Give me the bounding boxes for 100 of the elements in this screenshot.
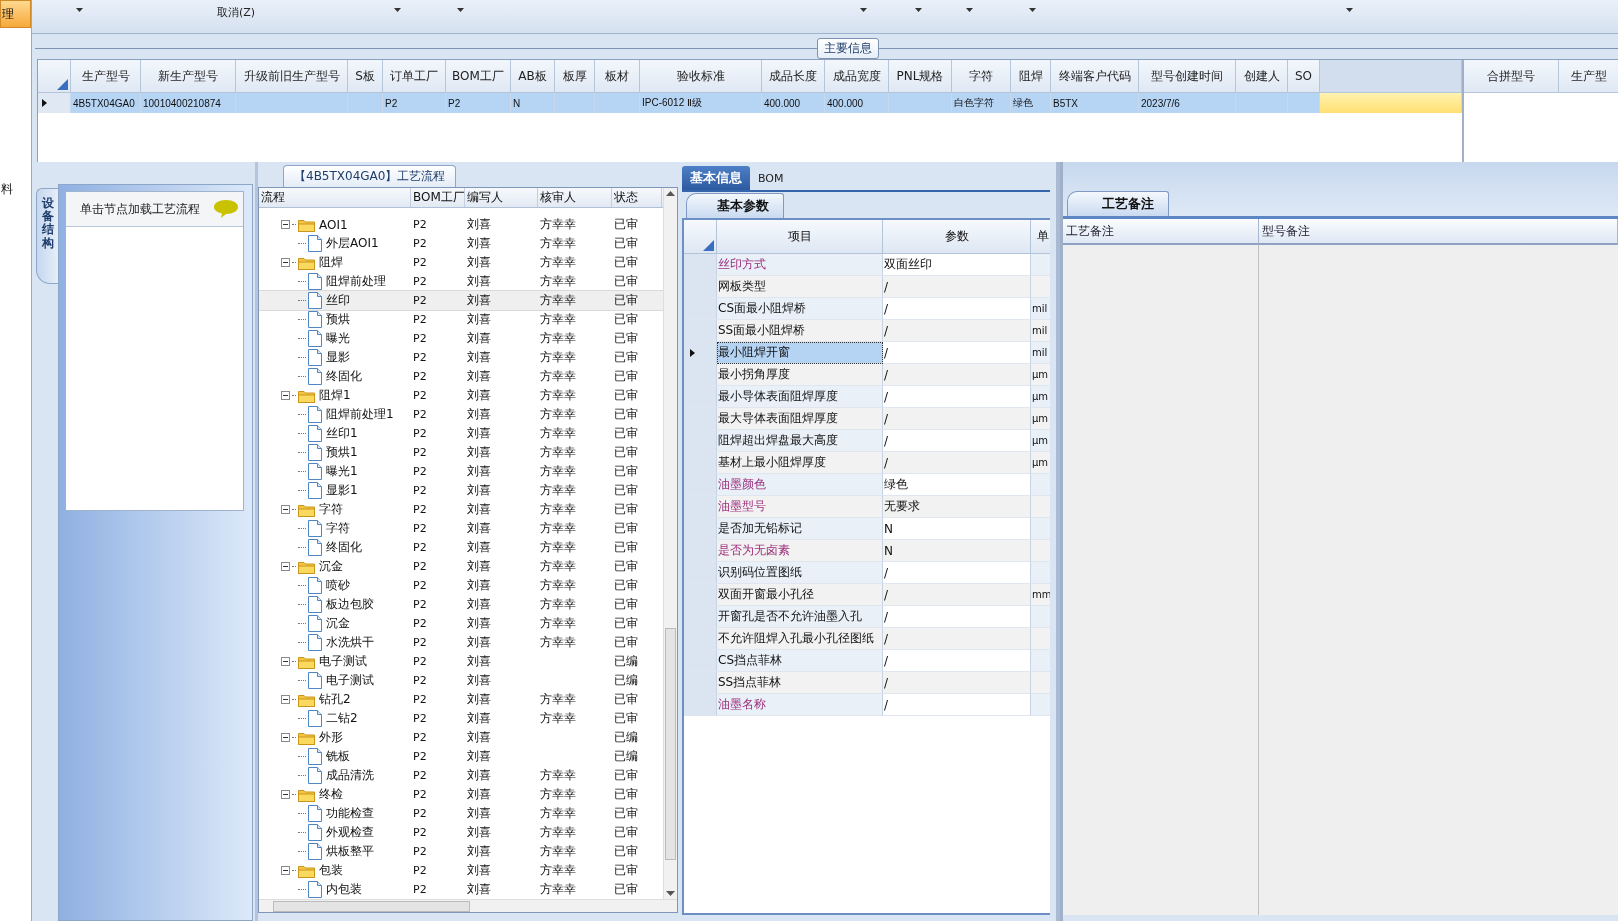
corner-triangle-icon[interactable] <box>703 240 714 251</box>
column-header[interactable]: BOM工厂 <box>446 60 511 93</box>
column-header[interactable]: 合拼型号 <box>1464 60 1559 93</box>
collapse-icon[interactable] <box>281 562 290 571</box>
tree-row[interactable]: 包装 P2 刘喜 方幸幸 已审 <box>259 861 663 880</box>
tree-row[interactable]: 字符 P2 刘喜 方幸幸 已审 <box>259 519 663 538</box>
column-header[interactable]: 升级前旧生产型号 <box>236 60 348 93</box>
tab[interactable]: BOM <box>750 166 792 190</box>
column-header[interactable]: 状态 <box>612 188 662 208</box>
collapse-icon[interactable] <box>281 657 290 666</box>
tab[interactable]: 基本信息 <box>682 166 750 190</box>
caret-icon[interactable] <box>457 8 464 12</box>
column-header[interactable]: PNL规格 <box>889 60 952 93</box>
tree-row[interactable]: 成品清洗 P2 刘喜 方幸幸 已审 <box>259 766 663 785</box>
column-header[interactable]: 流程 <box>259 188 411 208</box>
tree-row[interactable]: 丝印1 P2 刘喜 方幸幸 已审 <box>259 424 663 443</box>
tree-row[interactable]: 字符 P2 刘喜 方幸幸 已审 <box>259 500 663 519</box>
tree-row[interactable]: 阻焊 P2 刘喜 方幸幸 已审 <box>259 253 663 272</box>
column-header[interactable]: 编写人 <box>465 188 538 208</box>
caret-icon[interactable] <box>394 8 401 12</box>
column-header[interactable]: 订单工厂 <box>383 60 446 93</box>
column-header[interactable]: BOM工厂 <box>411 188 465 208</box>
column-header[interactable]: SO <box>1288 60 1320 93</box>
column-header[interactable]: 成品宽度 <box>825 60 889 93</box>
tree-row[interactable]: 阻焊前处理1 P2 刘喜 方幸幸 已审 <box>259 405 663 424</box>
tree-row[interactable]: 外观检查 P2 刘喜 方幸幸 已审 <box>259 823 663 842</box>
tree-row[interactable]: 阻焊前处理 P2 刘喜 方幸幸 已审 <box>259 272 663 291</box>
caret-icon[interactable] <box>1029 8 1036 12</box>
tree-row[interactable]: 喷砂 P2 刘喜 方幸幸 已审 <box>259 576 663 595</box>
tree-row[interactable]: 终固化 P2 刘喜 方幸幸 已审 <box>259 538 663 557</box>
side-tab[interactable]: 设备结构 <box>36 188 58 284</box>
column-header[interactable]: 新生产型号 <box>141 60 236 93</box>
collapse-icon[interactable] <box>281 258 290 267</box>
column-header[interactable]: 验收标准 <box>640 60 762 93</box>
cancel-button[interactable]: 取消(Z) <box>217 5 267 20</box>
corner-triangle-icon[interactable] <box>57 79 68 90</box>
column-header[interactable]: 型号备注 <box>1259 219 1618 245</box>
column-header[interactable]: 单 <box>1031 220 1050 254</box>
column-header[interactable]: 终端客户代码 <box>1051 60 1139 93</box>
tree-row[interactable]: 终固化 P2 刘喜 方幸幸 已审 <box>259 367 663 386</box>
column-header[interactable]: 核审人 <box>538 188 612 208</box>
column-header[interactable]: AB板 <box>511 60 555 93</box>
caret-icon[interactable] <box>860 8 867 12</box>
collapse-icon[interactable] <box>281 391 290 400</box>
tab[interactable]: 基本参数 <box>686 193 784 218</box>
collapse-icon[interactable] <box>281 505 290 514</box>
caret-icon[interactable] <box>76 8 83 12</box>
column-header[interactable]: 板厚 <box>555 60 595 93</box>
tree-row[interactable]: 终检 P2 刘喜 方幸幸 已审 <box>259 785 663 804</box>
scroll-up-icon[interactable] <box>666 191 675 196</box>
column-header[interactable]: 参数 <box>883 220 1031 254</box>
tree-row[interactable]: 板边包胶 P2 刘喜 方幸幸 已审 <box>259 595 663 614</box>
caret-icon[interactable] <box>1346 8 1353 12</box>
column-header[interactable]: 成品长度 <box>762 60 825 93</box>
tree-row[interactable]: 铣板 P2 刘喜 已编 <box>259 747 663 766</box>
column-header[interactable]: 板材 <box>595 60 640 93</box>
collapse-icon[interactable] <box>281 733 290 742</box>
column-header[interactable]: 字符 <box>952 60 1011 93</box>
tree-row[interactable]: 显影 P2 刘喜 方幸幸 已审 <box>259 348 663 367</box>
tree-row[interactable]: 功能检查 P2 刘喜 方幸幸 已审 <box>259 804 663 823</box>
tree-row[interactable]: 曝光 P2 刘喜 方幸幸 已审 <box>259 329 663 348</box>
tree-row[interactable]: 内包装 P2 刘喜 方幸幸 已审 <box>259 880 663 899</box>
scrollbar[interactable] <box>663 188 677 899</box>
column-header[interactable]: 生产型 <box>1559 60 1618 93</box>
collapse-icon[interactable] <box>281 220 290 229</box>
tree-row[interactable]: 阻焊1 P2 刘喜 方幸幸 已审 <box>259 386 663 405</box>
tree-row[interactable]: 外形 P2 刘喜 已编 <box>259 728 663 747</box>
tree-row[interactable]: 电子测试 P2 刘喜 已编 <box>259 652 663 671</box>
column-header[interactable]: 阻焊 <box>1011 60 1051 93</box>
tree-row[interactable]: 丝印 P2 刘喜 方幸幸 已审 <box>259 291 663 310</box>
column-header[interactable]: 工艺备注 <box>1063 219 1259 245</box>
tree-row[interactable]: 外层AOI1 P2 刘喜 方幸幸 已审 <box>259 234 663 253</box>
tree-row[interactable]: 曝光1 P2 刘喜 方幸幸 已审 <box>259 462 663 481</box>
column-header[interactable]: 创建人 <box>1236 60 1288 93</box>
tree-row[interactable]: AOI1 P2 刘喜 方幸幸 已审 <box>259 215 663 234</box>
tree-row[interactable]: 烘板整平 P2 刘喜 方幸幸 已审 <box>259 842 663 861</box>
row-header[interactable] <box>684 342 717 364</box>
row-header[interactable] <box>38 93 71 113</box>
column-header[interactable]: 型号创建时间 <box>1139 60 1236 93</box>
menu-item[interactable]: 料 <box>0 176 31 202</box>
tree-row[interactable]: 电子测试 P2 刘喜 已编 <box>259 671 663 690</box>
tree-row[interactable]: 显影1 P2 刘喜 方幸幸 已审 <box>259 481 663 500</box>
tree-row[interactable]: 钻孔2 P2 刘喜 方幸幸 已审 <box>259 690 663 709</box>
column-header[interactable]: 生产型号 <box>71 60 141 93</box>
caret-icon[interactable] <box>915 8 922 12</box>
scroll-down-icon[interactable] <box>666 891 675 896</box>
caret-icon[interactable] <box>966 8 973 12</box>
tree-row[interactable]: 沉金 P2 刘喜 方幸幸 已审 <box>259 614 663 633</box>
column-header[interactable]: S板 <box>348 60 383 93</box>
tree-row[interactable]: 预烘 P2 刘喜 方幸幸 已审 <box>259 310 663 329</box>
tab[interactable]: 工艺备注 <box>1067 191 1169 216</box>
tree-row[interactable]: 预烘1 P2 刘喜 方幸幸 已审 <box>259 443 663 462</box>
collapse-icon[interactable] <box>281 866 290 875</box>
collapse-icon[interactable] <box>281 695 290 704</box>
panel-title-tab[interactable]: 【4B5TX04GA0】工艺流程 <box>283 165 457 187</box>
tree-row[interactable]: 二钻2 P2 刘喜 方幸幸 已审 <box>259 709 663 728</box>
scrollbar[interactable] <box>259 899 677 912</box>
tree-row[interactable]: 水洗烘干 P2 刘喜 方幸幸 已审 <box>259 633 663 652</box>
tree-row[interactable]: 沉金 P2 刘喜 方幸幸 已审 <box>259 557 663 576</box>
column-header[interactable]: 项目 <box>717 220 883 254</box>
